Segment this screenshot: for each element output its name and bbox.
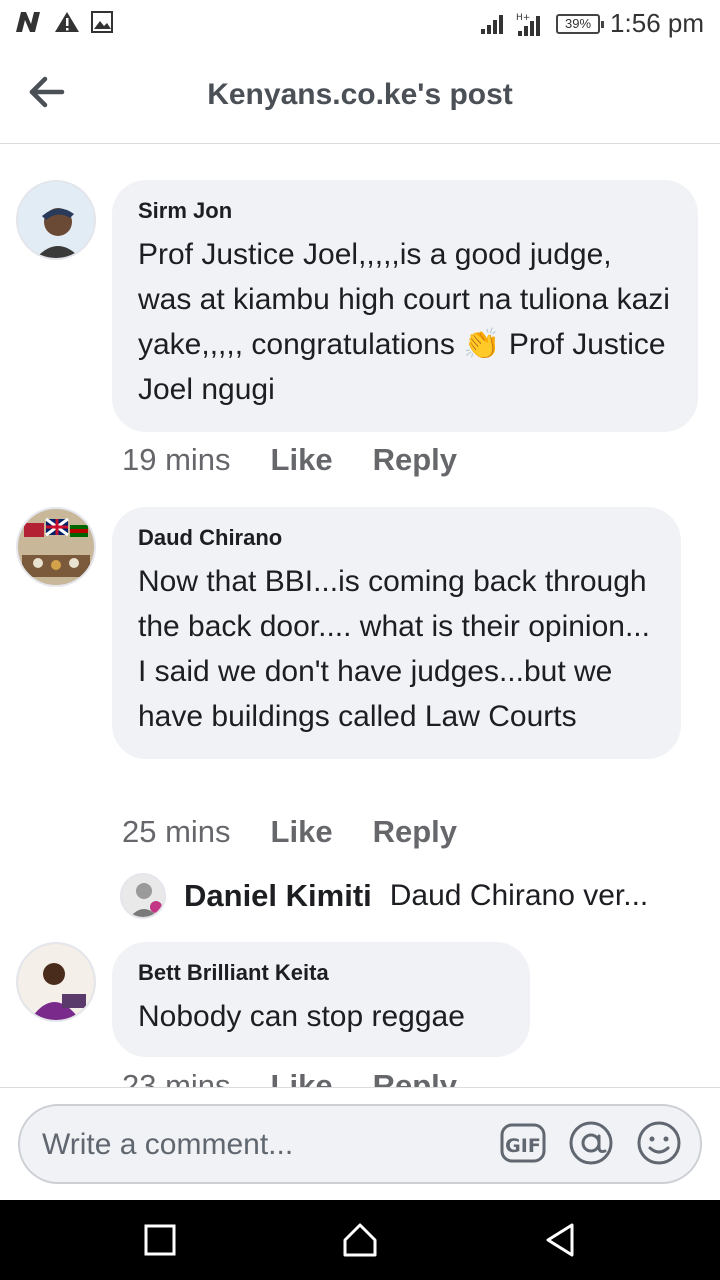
mention-icon[interactable]	[568, 1120, 614, 1166]
comment-bubble[interactable]: Bett Brilliant Keita Nobody can stop reg…	[112, 942, 530, 1057]
reply-button[interactable]: Reply	[373, 814, 457, 850]
reply-author[interactable]: Daniel Kimiti	[184, 878, 372, 914]
comment-input-placeholder: Write a comment...	[42, 1128, 294, 1161]
like-button[interactable]: Like	[271, 814, 333, 850]
status-time: 1:56 pm	[610, 8, 704, 38]
comment-bubble[interactable]: Sirm Jon Prof Justice Joel,,,,,is a good…	[112, 180, 698, 432]
comment-text: Now that BBI...is coming back through th…	[138, 565, 650, 733]
signal-ht-icon: H+	[516, 13, 541, 36]
status-right-icons: H+ 39% 1:56 pm	[480, 8, 704, 39]
avatar[interactable]	[16, 507, 96, 587]
avatar-person-icon	[18, 944, 94, 1020]
battery-icon: 39%	[556, 13, 605, 34]
svg-text:H+: H+	[516, 13, 530, 23]
avatar-person-icon	[18, 182, 94, 258]
signal-icon	[481, 14, 504, 34]
like-button[interactable]: Like	[271, 442, 333, 478]
recent-apps-icon[interactable]	[140, 1220, 180, 1260]
status-bar: H+ 39% 1:56 pm	[0, 0, 720, 48]
avatar[interactable]	[16, 942, 96, 1022]
avatar[interactable]	[120, 873, 166, 919]
avatar-person-icon	[122, 875, 164, 917]
reply-preview[interactable]: Daniel Kimiti Daud Chirano ver...	[120, 870, 648, 922]
comment-author[interactable]: Sirm Jon	[138, 198, 672, 224]
comment-author[interactable]: Daud Chirano	[138, 525, 655, 551]
emoji-icon[interactable]	[636, 1120, 682, 1166]
warning-icon	[55, 12, 79, 32]
back-triangle-icon[interactable]	[540, 1220, 580, 1260]
n-logo-icon	[16, 12, 40, 32]
comment-bubble[interactable]: Daud Chirano Now that BBI...is coming ba…	[112, 507, 681, 759]
avatar[interactable]	[16, 180, 96, 260]
avatar-flags-icon	[18, 509, 94, 585]
home-icon[interactable]	[340, 1220, 380, 1260]
page-title: Kenyans.co.ke's post	[207, 78, 513, 111]
post-header: Kenyans.co.ke's post	[0, 48, 720, 144]
gif-icon[interactable]: GIF	[500, 1121, 546, 1165]
comment-time: 25 mins	[122, 814, 231, 849]
status-left-icons	[14, 10, 114, 34]
navigation-bar	[0, 1200, 720, 1280]
comment-meta: 25 mins Like Reply	[122, 814, 457, 850]
image-icon	[91, 11, 113, 33]
comment-composer: Write a comment... GIF	[0, 1087, 720, 1200]
comment-input[interactable]: Write a comment... GIF	[18, 1104, 702, 1184]
comment-author[interactable]: Bett Brilliant Keita	[138, 960, 504, 986]
reply-text: Daud Chirano ver...	[389, 879, 649, 912]
comment-text: Prof Justice Joel,,,,,is a good judge, w…	[138, 238, 670, 406]
comment-time: 19 mins	[122, 442, 231, 477]
gif-label: GIF	[505, 1135, 541, 1157]
reply-button[interactable]: Reply	[373, 442, 457, 478]
composer-icons: GIF	[500, 1120, 682, 1166]
comment-text: Nobody can stop reggae	[138, 1000, 465, 1033]
comment-meta: 19 mins Like Reply	[122, 442, 457, 478]
